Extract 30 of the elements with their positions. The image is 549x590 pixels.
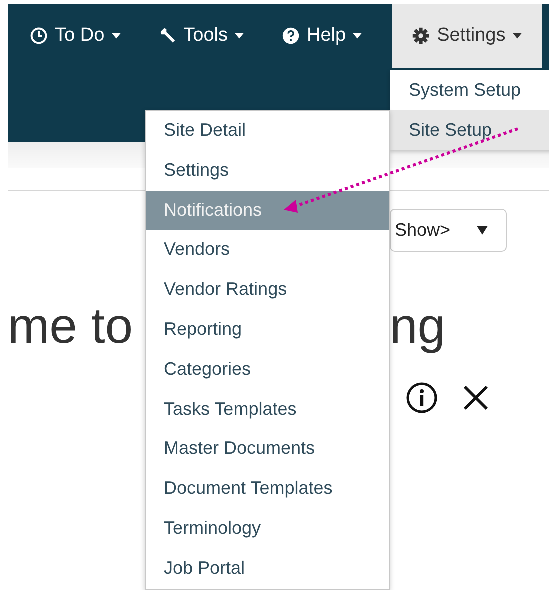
help-icon	[282, 27, 300, 45]
menu-item[interactable]: Settings	[146, 150, 389, 191]
nav-menu[interactable]: Tools	[148, 4, 254, 68]
menu-item[interactable]: Reporting	[146, 310, 389, 350]
info-icon[interactable]	[406, 382, 438, 414]
menu-item[interactable]: System Setup	[390, 70, 549, 110]
menu-item[interactable]: Master Documents	[146, 429, 389, 470]
clock-icon	[30, 27, 48, 45]
wrench-icon	[158, 27, 177, 45]
welcome-heading: ng	[390, 297, 446, 356]
welcome-heading: me to	[8, 297, 134, 356]
menu-item[interactable]: Site Detail	[146, 111, 389, 151]
menu-item[interactable]: Vendors	[146, 230, 389, 270]
settings-icon	[412, 27, 430, 45]
caret-icon	[512, 33, 522, 39]
nav-menu[interactable]: To Do	[20, 4, 131, 68]
menu-item[interactable]: Job Portal	[146, 548, 389, 589]
menu-item[interactable]: Vendor Ratings	[146, 270, 389, 310]
nav-menu[interactable]: Help	[272, 4, 372, 68]
menu-item[interactable]: Document Templates	[146, 469, 389, 509]
caret-icon	[235, 33, 244, 39]
caret-icon	[353, 33, 362, 39]
menu-item[interactable]: Site Setup	[390, 110, 549, 150]
caret-icon	[112, 33, 121, 39]
menu-item[interactable]: Tasks Templates	[146, 390, 389, 430]
show-select[interactable]: Show>	[390, 209, 507, 252]
menu-item[interactable]: Categories	[146, 350, 389, 390]
menu-item[interactable]: Terminology	[146, 508, 389, 549]
nav-menu[interactable]: Settings	[392, 4, 542, 68]
caret-icon	[477, 226, 488, 235]
